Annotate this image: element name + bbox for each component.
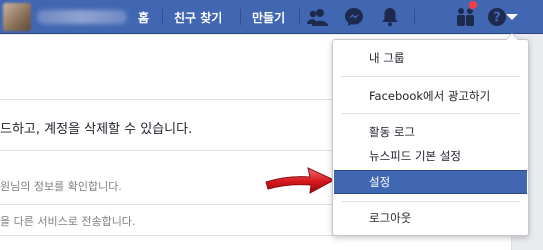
account-menu-caret-icon[interactable] — [500, 5, 524, 29]
dropdown-caret-inner — [506, 34, 518, 40]
nav-find-friends-link[interactable]: 친구 찾기 — [174, 0, 222, 34]
nav-separator — [162, 9, 163, 25]
account-dropdown-menu: 내 그룹 Facebook에서 광고하기 활동 로그 뉴스피드 기본 설정 설정… — [332, 39, 529, 236]
menu-item-log-out[interactable]: 로그아웃 — [334, 207, 527, 229]
nav-create-link[interactable]: 만들기 — [252, 0, 285, 34]
nav-home-link[interactable]: 홈 — [138, 0, 149, 34]
account-deletion-description: 드하고, 계정을 삭제할 수 있습니다. — [0, 122, 193, 137]
messenger-icon[interactable] — [342, 5, 366, 29]
menu-item-advertise[interactable]: Facebook에서 광고하기 — [334, 85, 527, 107]
nav-separator — [414, 9, 415, 25]
profile-avatar — [3, 3, 31, 31]
notifications-icon[interactable] — [378, 5, 402, 29]
nav-separator — [299, 9, 300, 25]
red-pointer-arrow-icon — [265, 167, 336, 194]
nav-separator — [240, 9, 241, 25]
friends-icon[interactable] — [306, 5, 330, 29]
profile-link[interactable] — [0, 0, 132, 34]
menu-separator — [341, 201, 520, 202]
menu-item-news-feed-preferences[interactable]: 뉴스피드 기본 설정 — [334, 145, 527, 167]
menu-separator — [341, 76, 520, 77]
profile-name-blurred — [37, 10, 127, 24]
top-navigation-bar: 홈 친구 찾기 만들기 ? — [0, 0, 543, 34]
menu-separator — [341, 113, 520, 114]
transfer-row-text: 을 다른 서비스로 전송합니다. — [0, 215, 136, 228]
info-row-text: 원님의 정보를 확인합니다. — [0, 180, 122, 193]
menu-item-settings[interactable]: 설정 — [334, 170, 527, 194]
menu-item-my-groups[interactable]: 내 그룹 — [334, 47, 527, 69]
notification-badge — [468, 0, 478, 10]
menu-item-activity-log[interactable]: 활동 로그 — [334, 121, 527, 143]
